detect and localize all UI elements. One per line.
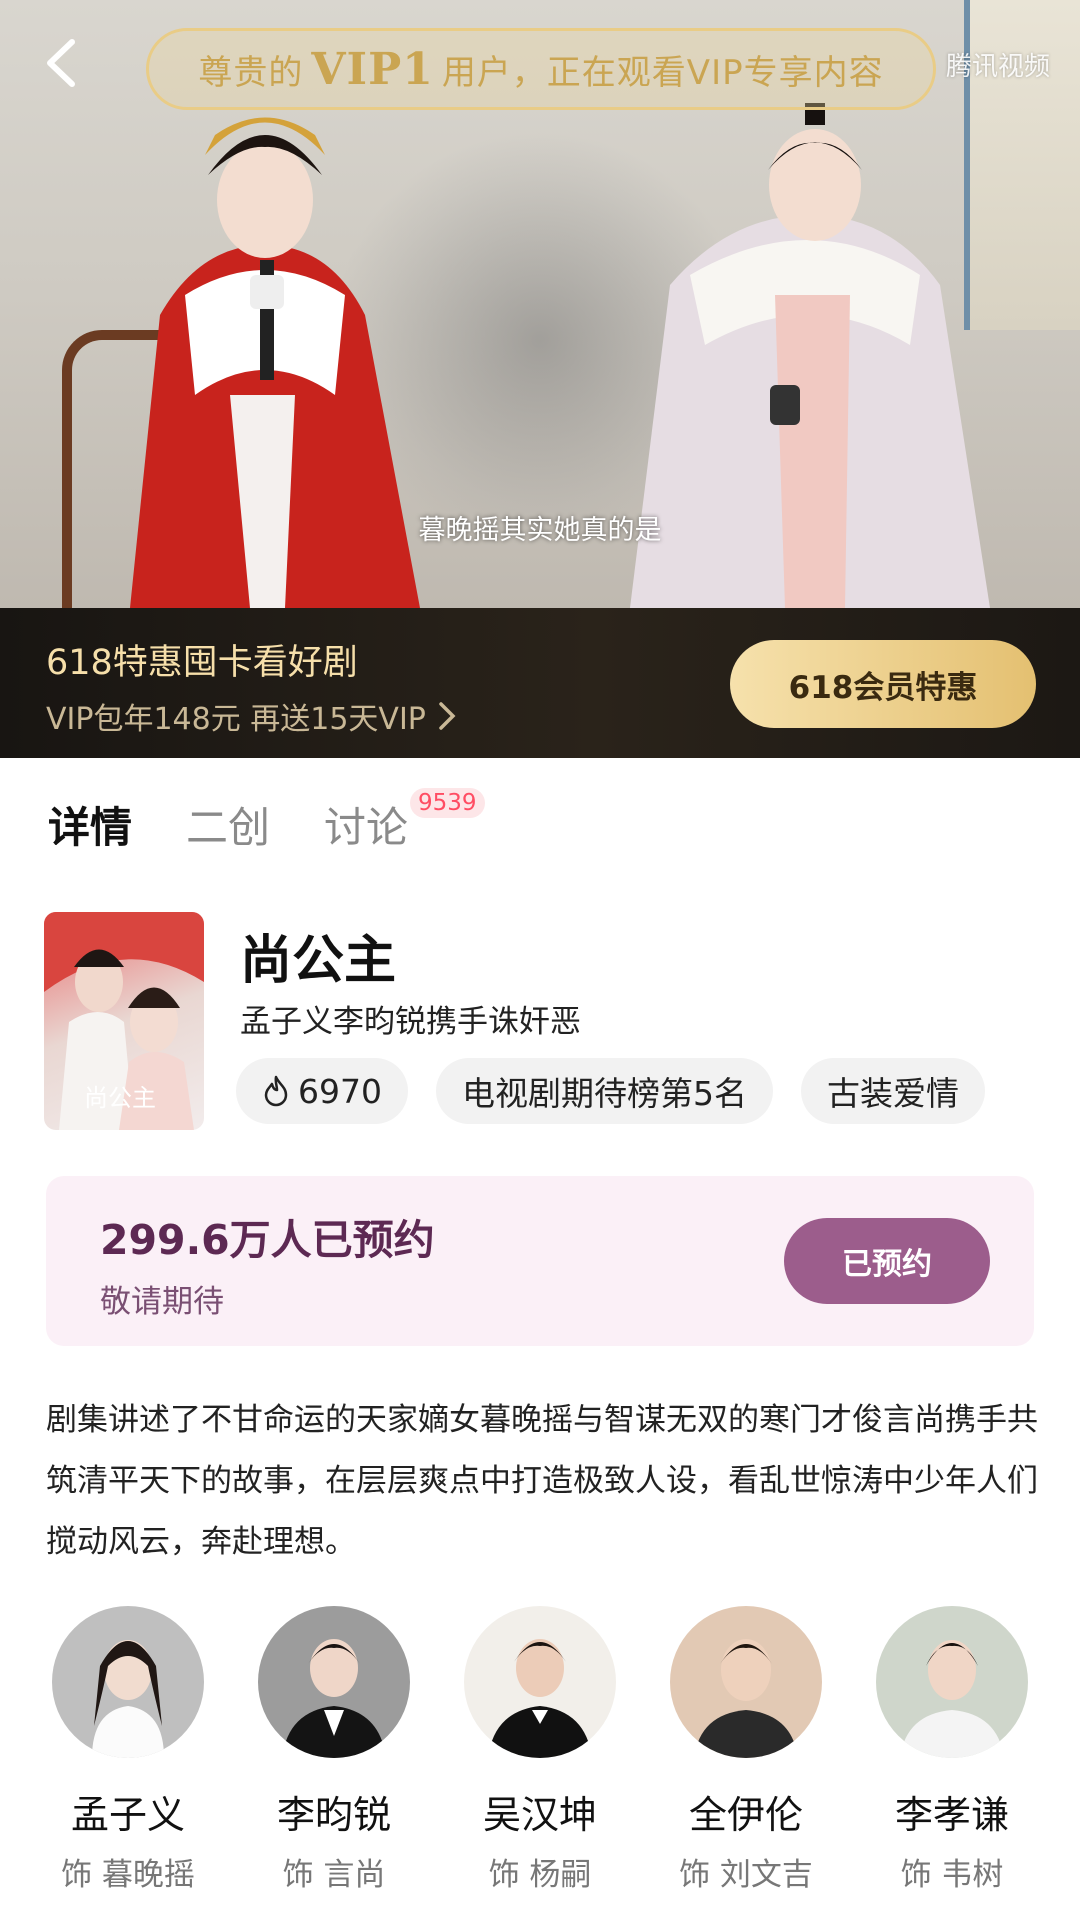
reserved-button[interactable]: 已预约 <box>784 1218 990 1304</box>
genre-chip[interactable]: 古装爱情 <box>800 1058 985 1124</box>
promo-subtitle-link[interactable]: VIP包年148元 再送15天VIP <box>46 694 456 738</box>
vip-level: VIP1 <box>311 43 434 95</box>
avatar <box>876 1606 1028 1758</box>
heat-chip[interactable]: 6970 <box>236 1058 408 1124</box>
actor-name: 全伊伦 <box>688 1793 803 1837</box>
vip-status-banner: 尊贵的 VIP1 用户，正在观看VIP专享内容 <box>146 28 936 110</box>
actor-role: 饰 韦树 <box>900 1857 1004 1893</box>
vip-banner-prefix: 尊贵的 <box>198 52 304 93</box>
heat-value: 6970 <box>298 1071 382 1111</box>
vip-offer-button[interactable]: 618会员特惠 <box>730 640 1036 728</box>
video-subtitle: 暮晚摇其实她真的是 <box>418 515 662 546</box>
actor-name: 孟子义 <box>70 1793 185 1837</box>
tab-derivative[interactable]: 二创 <box>186 794 270 855</box>
actor-portrait <box>900 1640 1004 1758</box>
tab-label: 讨论 <box>324 803 409 852</box>
back-button[interactable] <box>40 36 84 90</box>
actor-portrait <box>92 1640 164 1758</box>
actor-portrait <box>282 1639 386 1758</box>
flame-icon <box>264 1075 288 1107</box>
detail-tabs: 详情 二创 讨论 9539 <box>48 788 485 855</box>
show-title: 尚公主 <box>240 931 397 991</box>
cast-member[interactable]: 吴汉坤 饰 杨嗣 <box>450 1606 630 1894</box>
actor-role: 饰 暮晚摇 <box>61 1857 195 1893</box>
watermark: 腾讯视频 <box>945 52 1050 82</box>
actor-portrait <box>694 1639 798 1758</box>
show-tags: 6970 电视剧期待榜第5名 古装爱情 <box>236 1058 1013 1124</box>
cast-member[interactable]: 李昀锐 饰 言尚 <box>244 1606 424 1894</box>
vip-promo-bar[interactable]: 618特惠囤卡看好剧 VIP包年148元 再送15天VIP 618会员特惠 <box>0 608 1080 758</box>
ranking-chip[interactable]: 电视剧期待榜第5名 <box>435 1058 773 1124</box>
tab-discussion[interactable]: 讨论 9539 <box>324 788 485 855</box>
chevron-left-icon <box>47 39 75 87</box>
cast-member[interactable]: 全伊伦 饰 刘文吉 <box>656 1606 836 1894</box>
actor-name: 李昀锐 <box>276 1793 391 1837</box>
tab-label: 二创 <box>186 803 271 852</box>
ranking-label: 电视剧期待榜第5名 <box>461 1074 747 1113</box>
actor-role: 饰 刘文吉 <box>679 1857 813 1893</box>
show-description[interactable]: 剧集讲述了不甘命运的天家嫡女暮晚摇与智谋无双的寒门才俊言尚携手共筑清平天下的故事… <box>46 1390 1038 1573</box>
discussion-count-badge: 9539 <box>410 788 485 818</box>
avatar <box>52 1606 204 1758</box>
reservation-count: 299.6万人已预约 <box>100 1216 435 1264</box>
cast-member[interactable]: 李孝谦 饰 韦树 <box>862 1606 1042 1894</box>
cast-member[interactable]: 孟子义 饰 暮晚摇 <box>38 1606 218 1894</box>
genre-label: 古装爱情 <box>826 1074 959 1113</box>
vip-banner-suffix: 用户，正在观看VIP专享内容 <box>441 52 884 93</box>
promo-subtitle: VIP包年148元 再送15天VIP <box>46 702 426 737</box>
avatar <box>464 1606 616 1758</box>
actor-role: 饰 杨嗣 <box>488 1857 592 1893</box>
promo-title: 618特惠囤卡看好剧 <box>46 643 358 683</box>
actor-portrait <box>488 1639 592 1758</box>
show-poster[interactable]: 尚公主 <box>44 912 204 1130</box>
actor-name: 李孝谦 <box>894 1793 1009 1837</box>
video-player[interactable]: 腾讯视频 尊贵的 VIP1 用户，正在观看VIP专享内容 暮晚摇其实她真的是 <box>0 0 1080 608</box>
actor-role: 饰 言尚 <box>282 1857 386 1893</box>
tab-details[interactable]: 详情 <box>48 794 132 855</box>
avatar <box>258 1606 410 1758</box>
chevron-right-icon <box>439 702 456 730</box>
reservation-card: 299.6万人已预约 敬请期待 已预约 <box>46 1176 1034 1346</box>
tab-label: 详情 <box>48 803 133 852</box>
actor-name: 吴汉坤 <box>482 1793 597 1837</box>
poster-title: 尚公主 <box>84 1084 156 1112</box>
show-tagline: 孟子义李昀锐携手诛奸恶 <box>240 1004 581 1040</box>
reservation-hint: 敬请期待 <box>100 1284 224 1320</box>
avatar <box>670 1606 822 1758</box>
